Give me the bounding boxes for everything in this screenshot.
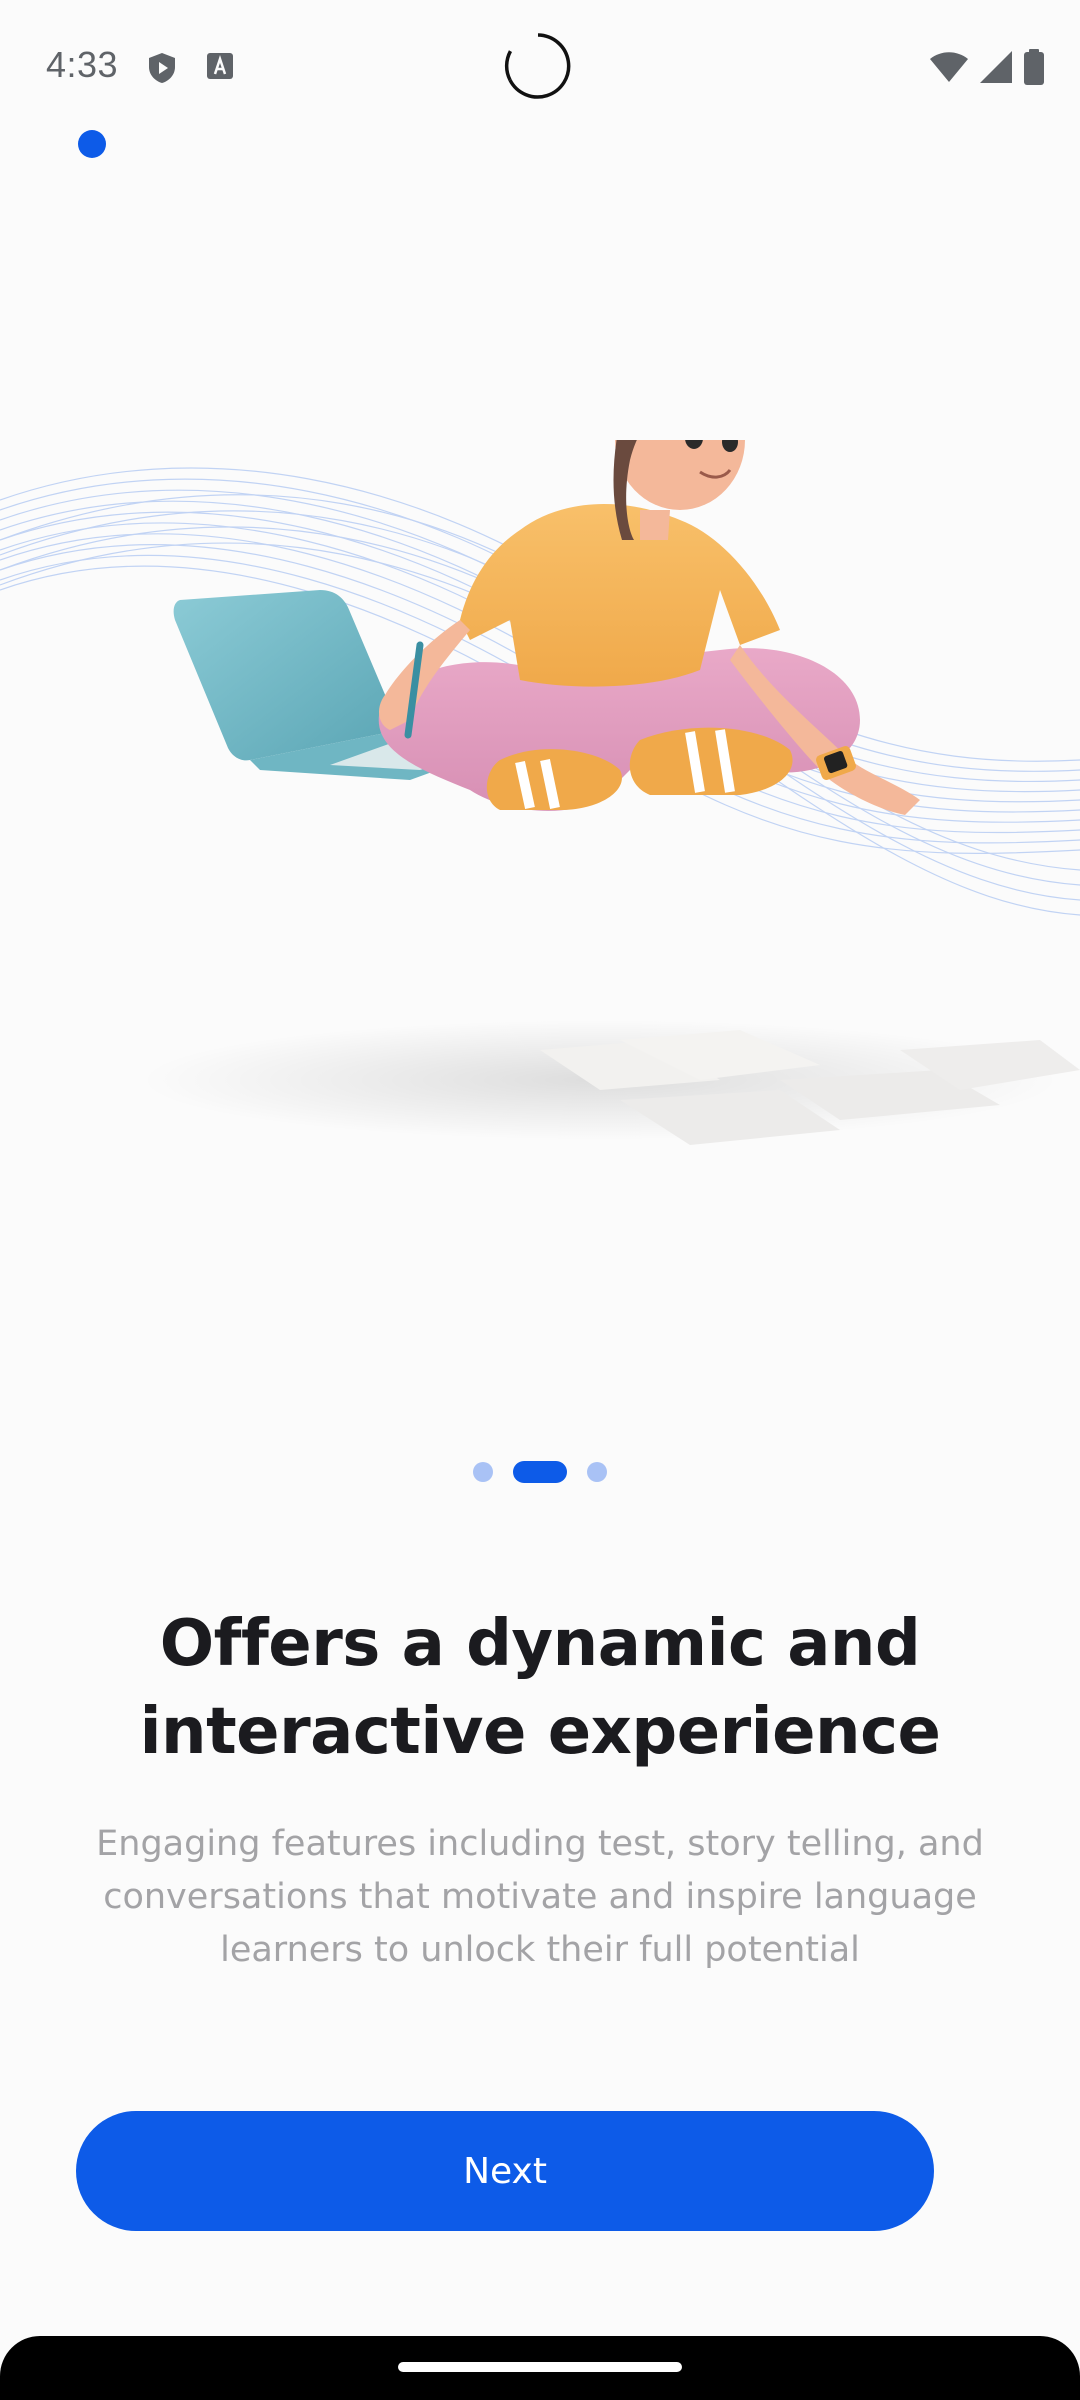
- camera-cutout: [504, 32, 572, 100]
- shield-play-icon: [144, 50, 180, 86]
- cellular-signal-icon: [978, 49, 1014, 90]
- status-time: 4:33: [46, 44, 119, 85]
- top-indicator-dot: [78, 130, 106, 158]
- onboarding-headline: Offers a dynamic and interactive experie…: [139, 1607, 941, 1769]
- battery-icon: [1022, 48, 1046, 91]
- next-button[interactable]: Next: [76, 2111, 934, 2231]
- status-bar: 4:33: [0, 0, 1080, 130]
- page-dot-active[interactable]: [513, 1461, 567, 1483]
- page-indicator: [0, 1460, 1080, 1484]
- person-sitting-with-laptop-illustration: [0, 312, 1080, 1160]
- home-gesture-handle[interactable]: [398, 2362, 682, 2372]
- font-a-icon: [204, 50, 240, 86]
- wifi-icon: [928, 49, 970, 90]
- status-icons-right: [928, 48, 1046, 91]
- page-dot[interactable]: [473, 1462, 493, 1482]
- onboarding-description: Engaging features including test, story …: [96, 1824, 984, 1970]
- page-dot[interactable]: [587, 1462, 607, 1482]
